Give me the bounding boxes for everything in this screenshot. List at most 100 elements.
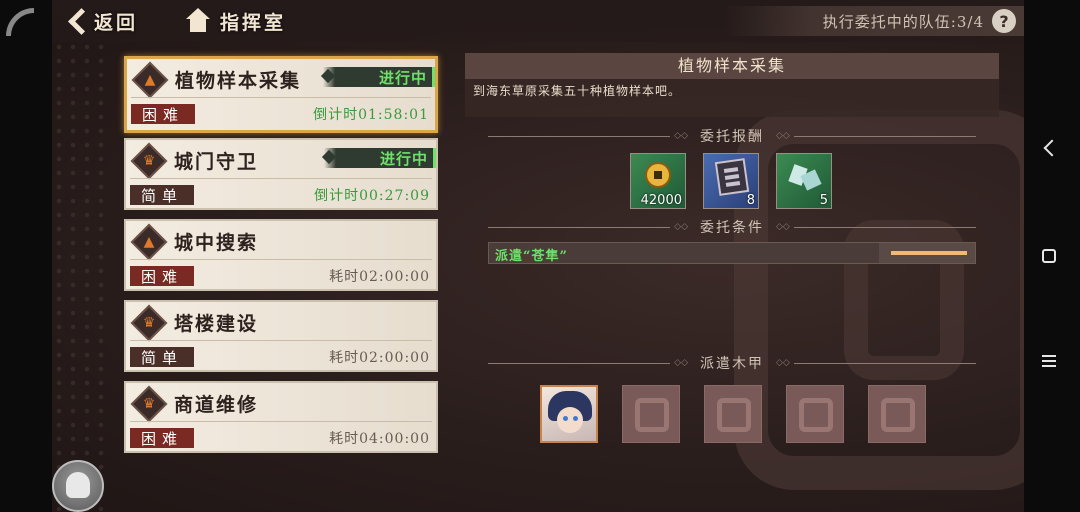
- divider-line: [488, 135, 671, 137]
- reward-item-book[interactable]: 8: [703, 153, 759, 209]
- status-badge: 进行中: [320, 67, 435, 87]
- status-bar: [432, 67, 435, 87]
- reward-item-crystal[interactable]: 5: [776, 153, 832, 209]
- reward-section-header: ◇◇ 委托报酬 ◇◇: [488, 127, 976, 145]
- ornament-icon: ◇◇: [776, 131, 790, 141]
- left-edge-strip: [0, 0, 52, 512]
- team-slot-4[interactable]: [786, 385, 844, 443]
- nav-menu-icon[interactable]: [1042, 355, 1056, 357]
- assistant-avatar-button[interactable]: [52, 460, 104, 512]
- quest-name: 城中搜索: [174, 232, 259, 254]
- difficulty-badge: 困难: [131, 104, 195, 124]
- condition-progress-bar: [891, 251, 967, 255]
- quest-card-city-search[interactable]: ▲ 城中搜索 困难 耗时02:00:00: [124, 219, 438, 291]
- portrait-eye: [563, 416, 568, 421]
- card-divider: [130, 421, 432, 422]
- empty-slot-emblem-icon: [799, 398, 833, 432]
- corner-arc-icon: [6, 8, 34, 36]
- difficulty-badge: 困难: [130, 266, 194, 286]
- ornament-icon: ◇◇: [776, 358, 790, 368]
- quest-list: ▲ 植物样本采集 进行中 困难 倒计时01:58:01 ♛ 城门守卫 进行中 简…: [124, 56, 440, 462]
- team-slot-3[interactable]: [704, 385, 762, 443]
- divider-line: [488, 226, 671, 228]
- system-nav-bar: [1024, 0, 1080, 512]
- card-divider: [130, 178, 432, 179]
- page-title: 指挥室: [220, 11, 287, 34]
- home-button[interactable]: 指挥室: [184, 6, 286, 36]
- team-slot-list: [540, 385, 926, 443]
- portrait-eye: [573, 416, 578, 421]
- detail-title: 植物样本采集: [465, 53, 999, 79]
- quest-name: 塔楼建设: [174, 313, 259, 335]
- book-icon: [714, 158, 750, 196]
- quest-timer: 倒计时00:27:09: [314, 188, 430, 204]
- ornament-icon: ◇◇: [674, 222, 688, 232]
- team-slot-2[interactable]: [622, 385, 680, 443]
- quest-duration: 耗时02:00:00: [329, 350, 430, 366]
- condition-header-label: 委托条件: [700, 220, 764, 236]
- top-bar: 返回 指挥室 执行委托中的队伍:3/4 ?: [52, 0, 1024, 42]
- condition-text: 派遣“苍隼”: [495, 249, 568, 264]
- detail-description: 到海东草原采集五十种植物样本吧。: [465, 79, 999, 117]
- ornament-icon: ◇◇: [674, 358, 688, 368]
- divider-line: [793, 226, 976, 228]
- crown-icon: ♛: [142, 315, 156, 331]
- status-diamond-icon: [321, 149, 337, 165]
- ornament-icon: ◇◇: [776, 222, 790, 232]
- reward-header-label: 委托报酬: [700, 129, 764, 145]
- quest-card-plant-sample[interactable]: ▲ 植物样本采集 进行中 困难 倒计时01:58:01: [124, 56, 438, 133]
- back-label: 返回: [94, 11, 139, 34]
- team-status-pill: 执行委托中的队伍:3/4 ?: [724, 6, 1024, 36]
- divider-line: [488, 362, 671, 364]
- team-section-header: ◇◇ 派遣木甲 ◇◇: [488, 354, 976, 372]
- card-divider: [131, 97, 431, 98]
- empty-slot-emblem-icon: [717, 398, 751, 432]
- card-divider: [130, 340, 432, 341]
- status-text: 进行中: [379, 150, 428, 168]
- flame-icon: ▲: [143, 234, 155, 250]
- ornament-icon: ◇◇: [674, 131, 688, 141]
- reward-qty: 5: [819, 193, 828, 208]
- difficulty-badge: 困难: [130, 428, 194, 448]
- empty-slot-emblem-icon: [881, 398, 915, 432]
- condition-section-header: ◇◇ 委托条件 ◇◇: [488, 218, 976, 236]
- difficulty-badge: 简单: [130, 185, 194, 205]
- quest-card-tower-build[interactable]: ♛ 塔楼建设 简单 耗时02:00:00: [124, 300, 438, 372]
- quest-name: 城门守卫: [174, 151, 259, 173]
- condition-status-slot: [879, 243, 975, 263]
- crown-icon: ♛: [142, 396, 156, 412]
- status-bar: [433, 148, 436, 168]
- game-screen: 返回 指挥室 执行委托中的队伍:3/4 ? ▲ 植物样本采集 进行中 困难 倒计…: [52, 0, 1024, 512]
- quest-card-gate-guard[interactable]: ♛ 城门守卫 进行中 简单 倒计时00:27:09: [124, 138, 438, 210]
- condition-row: 派遣“苍隼”: [488, 242, 976, 264]
- crown-icon: ♛: [142, 153, 156, 169]
- divider-line: [793, 362, 976, 364]
- quest-duration: 耗时02:00:00: [329, 269, 430, 285]
- card-divider: [130, 259, 432, 260]
- status-text: 进行中: [378, 69, 427, 87]
- team-status-text: 执行委托中的队伍:3/4: [822, 12, 984, 31]
- quest-card-trade-road[interactable]: ♛ 商道维修 困难 耗时04:00:00: [124, 381, 438, 453]
- quest-name: 商道维修: [174, 394, 259, 416]
- team-header-label: 派遣木甲: [700, 356, 764, 372]
- nav-back-icon[interactable]: [1043, 139, 1061, 157]
- quest-timer: 倒计时01:58:01: [313, 107, 429, 123]
- quest-duration: 耗时04:00:00: [329, 431, 430, 447]
- team-slot-5[interactable]: [868, 385, 926, 443]
- divider-line: [793, 135, 976, 137]
- status-badge: 进行中: [321, 148, 436, 168]
- empty-slot-emblem-icon: [635, 398, 669, 432]
- character-portrait-face: [557, 407, 583, 433]
- back-button[interactable]: 返回: [66, 6, 138, 36]
- status-diamond-icon: [320, 68, 336, 84]
- gold-coin-icon: [645, 162, 671, 188]
- team-slot-1[interactable]: [540, 385, 598, 443]
- help-icon[interactable]: ?: [992, 9, 1016, 33]
- nav-home-icon[interactable]: [1042, 249, 1056, 263]
- back-chevron-icon: [66, 8, 88, 34]
- reward-item-gold[interactable]: 42000: [630, 153, 686, 209]
- background-pattern: [52, 40, 112, 512]
- reward-qty: 8: [746, 193, 755, 208]
- home-icon: [184, 8, 212, 34]
- avatar-icon: [66, 472, 90, 498]
